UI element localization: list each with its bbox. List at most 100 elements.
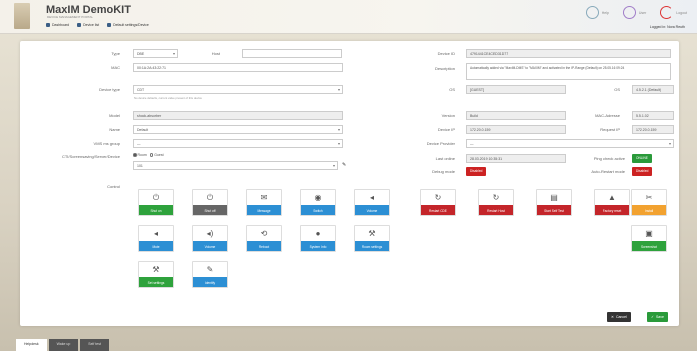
nav-default-settings[interactable]: Default settings/Device	[107, 23, 149, 27]
info-icon: ●	[315, 229, 321, 238]
save-button[interactable]: ✓ Save	[647, 312, 668, 322]
wrench-icon: ⚒	[152, 265, 160, 274]
devip-field: 172.20.0.159	[466, 125, 566, 134]
mac-label: MAC	[111, 65, 120, 70]
devip-label: Device IP	[437, 127, 455, 132]
description-textarea[interactable]: Automatically added via "MaxIM-DMS" to "…	[466, 63, 671, 80]
reboot-button[interactable]: ⟲ Reboot	[246, 225, 282, 252]
pen-icon: ✎	[206, 265, 214, 274]
os-field: 4.5.2.1 (Default)	[632, 85, 674, 94]
last-online-field: 28.03.2019 10:35:31	[466, 154, 566, 163]
wrench-icon: ⚒	[368, 229, 376, 238]
tab-wake-up[interactable]: Wake up	[48, 339, 79, 351]
radio-checked-icon	[133, 153, 137, 157]
cancel-button[interactable]: ✕ Cancel	[607, 312, 631, 322]
shut-on-label: Shut on	[139, 205, 173, 215]
device-type-select[interactable]: CDT	[133, 85, 343, 94]
user-button[interactable]: User	[622, 6, 647, 19]
ip-label: OS	[449, 87, 455, 92]
reqip-label: Request IP	[600, 127, 620, 132]
settings-icon	[107, 23, 112, 27]
switch-button[interactable]: ◉ Switch	[300, 189, 336, 216]
identify-button[interactable]: ✎ Identify	[192, 261, 228, 288]
check-icon: ✓	[651, 315, 654, 319]
device-type-hint: No device defaults, current value presen…	[134, 96, 202, 100]
power-icon: ⏻	[152, 192, 160, 202]
refresh-icon: ↻	[434, 193, 442, 202]
volume-label: Volume	[355, 205, 389, 215]
room-settings-button[interactable]: ⚒ Room settings	[354, 225, 390, 252]
volume-up-icon: ◂)	[206, 229, 214, 238]
msgroup-select[interactable]: —	[133, 139, 343, 148]
shut-off-button[interactable]: ⏻ Shut off	[192, 189, 228, 216]
self-test-button[interactable]: ▤ Start Self Test	[536, 189, 572, 216]
brand-logo	[14, 3, 30, 29]
auto-restart-label: Auto-Restart mode	[591, 169, 625, 174]
radio-unchecked-icon	[149, 153, 154, 157]
nav-device-list-label: Device list	[83, 23, 100, 27]
type-select[interactable]: DBE	[133, 49, 178, 58]
cti-select[interactable]: 101	[133, 161, 338, 170]
install-label: Install	[632, 205, 666, 215]
cti-radio-room-label: Room	[137, 153, 147, 157]
model-label: Model	[109, 113, 120, 118]
cti-radio-guest-label: Guest	[154, 153, 164, 157]
app-subtitle: DEVICE MANAGEMENT PORTAL	[47, 15, 94, 19]
screenshot-button[interactable]: ▣ Screenshot	[631, 225, 667, 252]
install-button[interactable]: ✂ Install	[631, 189, 667, 216]
serial-field: 4791441CE4CED31D77	[466, 49, 671, 58]
system-info-button[interactable]: ● System Info	[300, 225, 336, 252]
source-select[interactable]: —	[466, 139, 674, 148]
save-label: Save	[655, 315, 664, 319]
ip-field: [GUEST]	[466, 85, 566, 94]
set-settings-button[interactable]: ⚒ Set settings	[138, 261, 174, 288]
edit-pencil-icon[interactable]: ✎	[342, 162, 346, 168]
name-select[interactable]: Default	[133, 125, 343, 134]
shut-on-button[interactable]: ⏻ Shut on	[138, 189, 174, 216]
nav-device-list[interactable]: Device list	[77, 23, 99, 27]
host-label: Host	[211, 51, 220, 56]
restart-host-label: Restart Host	[479, 205, 513, 215]
help-button[interactable]: Help	[585, 6, 609, 19]
tab-helpdesk[interactable]: Helpdesk	[16, 339, 47, 351]
restart-cde-button[interactable]: ↻ Restart CDE	[420, 189, 456, 216]
list-icon: ▤	[550, 193, 558, 202]
mac-input[interactable]: 00:1A:2A:43:22:71	[133, 63, 343, 72]
logged-in-user: Logged in: Nora Reuth	[649, 25, 685, 29]
ping-check-label: Ping check active	[593, 156, 625, 161]
shut-off-label: Shut off	[193, 205, 227, 215]
host-input[interactable]	[242, 49, 342, 58]
model-field: shock-absorber	[133, 111, 343, 120]
tab-self-test[interactable]: Self test	[80, 339, 109, 351]
top-nav: Dashboard Device list Default settings/D…	[46, 23, 149, 27]
system-info-label: System Info	[301, 241, 335, 251]
user-icon	[622, 6, 636, 19]
nav-dashboard[interactable]: Dashboard	[46, 23, 69, 27]
app-header: MaxIM DemoKIT DEVICE MANAGEMENT PORTAL D…	[0, 0, 697, 34]
os-label: OS	[614, 87, 620, 92]
volume-button[interactable]: ◂ Volume	[354, 189, 390, 216]
mute-button[interactable]: ◂ Mute	[138, 225, 174, 252]
header-actions: Help User Logout	[585, 6, 687, 19]
debug-toggle[interactable]: Disabled	[466, 167, 487, 176]
mute-label: Mute	[139, 241, 173, 251]
restart-host-button[interactable]: ↻ Restart Host	[478, 189, 514, 216]
channel-icon: ◉	[314, 193, 322, 202]
auto-restart-toggle[interactable]: Disabled	[632, 167, 653, 176]
control-label: Control	[107, 184, 120, 189]
user-label: User	[638, 10, 647, 15]
refresh-icon: ↻	[492, 193, 500, 202]
cti-radio-room[interactable]: Room	[133, 153, 147, 157]
logout-label: Logout	[676, 10, 687, 15]
description-label: Description	[434, 66, 455, 71]
volume-up-button[interactable]: ◂) Volume	[192, 225, 228, 252]
identify-label: Identify	[193, 277, 227, 287]
cti-radio-guest[interactable]: Guest	[149, 153, 164, 157]
logout-button[interactable]: Logout	[660, 6, 687, 19]
switch-label: Switch	[301, 205, 335, 215]
factory-reset-button[interactable]: ▲ Factory reset	[594, 189, 630, 216]
logout-icon	[660, 6, 674, 19]
list-icon	[77, 23, 82, 27]
message-button[interactable]: ✉ Message	[246, 189, 282, 216]
reqip-field: 172.20.0.159	[632, 125, 674, 134]
